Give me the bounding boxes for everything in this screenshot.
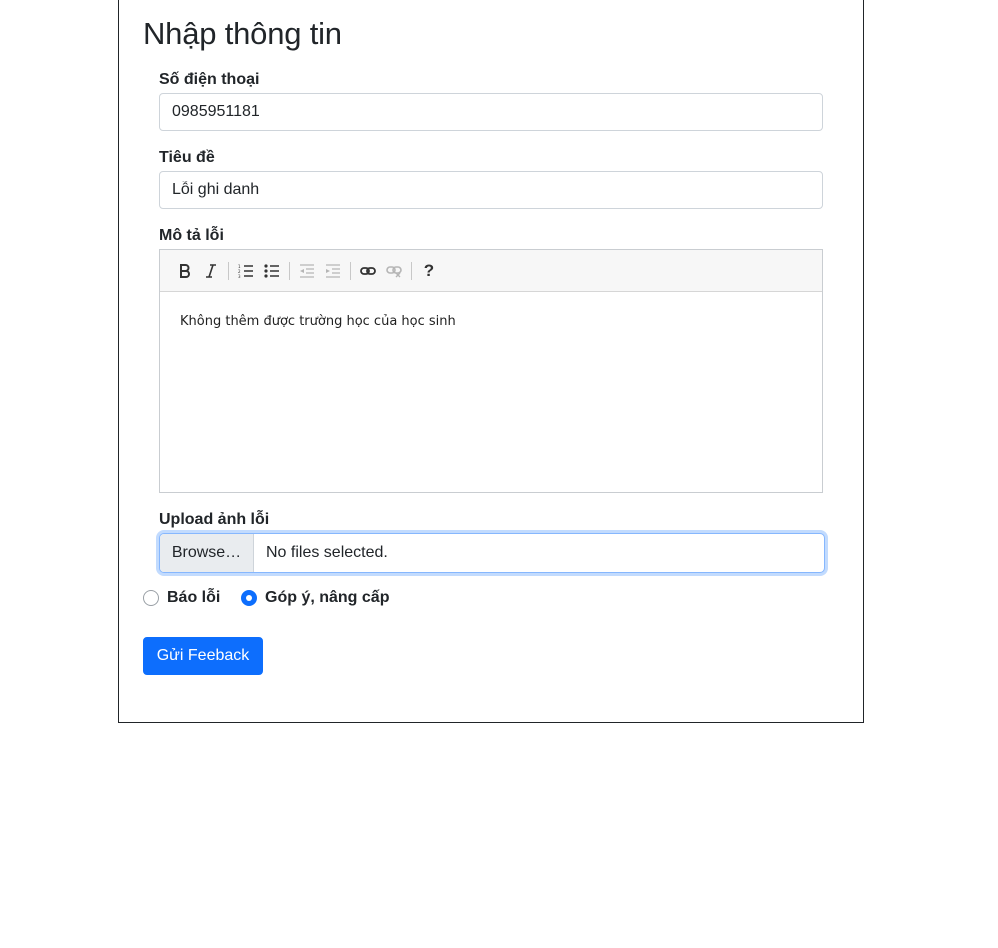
radio-button-gop-y[interactable]: [241, 590, 257, 606]
phone-input[interactable]: [159, 93, 823, 131]
radio-button-bao-loi[interactable]: [143, 590, 159, 606]
toolbar-separator: [289, 261, 290, 280]
radio-option-gop-y[interactable]: Góp ý, nâng cấp: [241, 589, 389, 607]
browse-button[interactable]: Browse…: [160, 534, 254, 572]
feedback-form-card: Nhập thông tin Số điện thoại Tiêu đề Mô …: [118, 0, 864, 723]
indent-icon[interactable]: [320, 259, 346, 283]
svg-text:3: 3: [238, 274, 241, 278]
upload-file-input[interactable]: Browse… No files selected.: [159, 533, 825, 573]
description-label: Mô tả lỗi: [159, 227, 224, 244]
help-icon[interactable]: ?: [416, 259, 442, 283]
editor-toolbar: 123 ?: [160, 250, 822, 292]
outdent-icon[interactable]: [294, 259, 320, 283]
bold-icon[interactable]: [172, 259, 198, 283]
italic-icon[interactable]: [198, 259, 224, 283]
subject-input[interactable]: [159, 171, 823, 209]
link-icon[interactable]: [355, 259, 381, 283]
phone-label: Số điện thoại: [159, 71, 260, 88]
subject-label: Tiêu đề: [159, 149, 215, 166]
unordered-list-icon[interactable]: [259, 259, 285, 283]
toolbar-separator: [350, 261, 351, 280]
submit-feedback-button[interactable]: Gửi Feeback: [143, 637, 263, 675]
toolbar-separator: [411, 261, 412, 280]
editor-content[interactable]: Không thêm được trường học của học sinh: [160, 292, 822, 351]
description-editor[interactable]: 123 ? Không thêm được trường học của học…: [159, 249, 823, 493]
form-title: Nhập thông tin: [143, 16, 342, 51]
toolbar-separator: [228, 261, 229, 280]
radio-label-bao-loi: Báo lỗi: [167, 589, 221, 606]
upload-label: Upload ảnh lỗi: [159, 511, 270, 528]
ordered-list-icon[interactable]: 123: [233, 259, 259, 283]
unlink-icon[interactable]: [381, 259, 407, 283]
radio-label-gop-y: Góp ý, nâng cấp: [265, 589, 390, 606]
radio-option-bao-loi[interactable]: Báo lỗi: [143, 589, 220, 607]
upload-status-text: No files selected.: [266, 544, 388, 561]
